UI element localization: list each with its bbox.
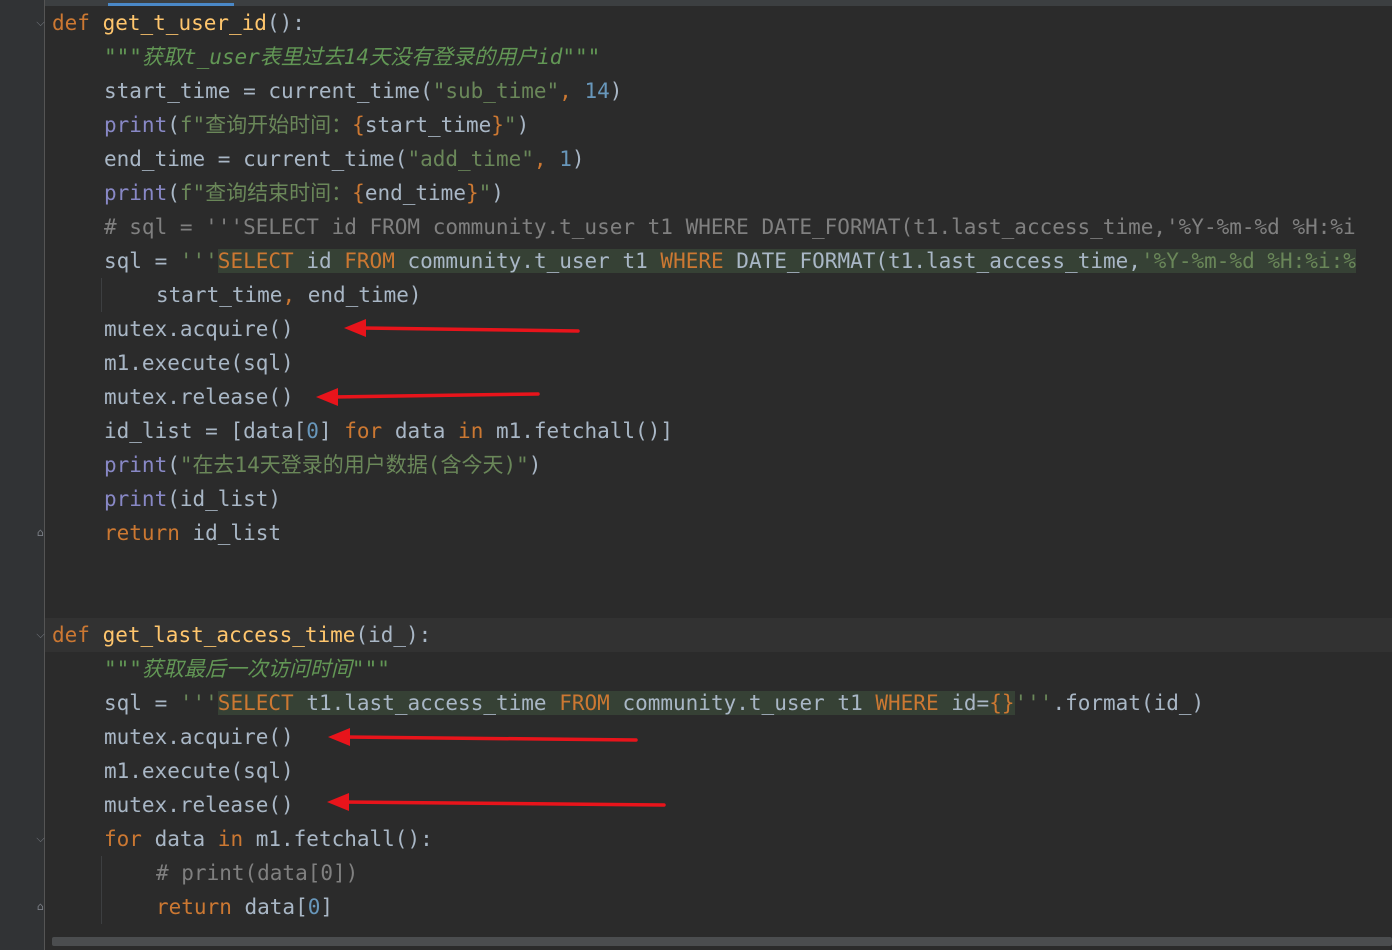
editor-gutter: ⌵ ⌂ ⌵ ⌵ ⌂ bbox=[0, 0, 45, 950]
code-line[interactable] bbox=[52, 584, 1392, 618]
code-line[interactable]: m1.execute(sql) bbox=[52, 754, 1392, 788]
code-line[interactable]: end_time = current_time("add_time", 1) bbox=[52, 142, 1392, 176]
code-line[interactable] bbox=[52, 550, 1392, 584]
code-line[interactable]: # sql = '''SELECT id FROM community.t_us… bbox=[52, 210, 1392, 244]
code-line[interactable]: id_list = [data[0] for data in m1.fetcha… bbox=[52, 414, 1392, 448]
code-line[interactable]: return data[0] bbox=[52, 890, 1392, 924]
code-line[interactable]: sql = '''SELECT id FROM community.t_user… bbox=[52, 244, 1392, 278]
code-line[interactable]: # print(data[0]) bbox=[52, 856, 1392, 890]
fold-close-icon[interactable]: ⌂ bbox=[35, 901, 46, 913]
code-line[interactable]: """获取最后一次访问时间""" bbox=[52, 652, 1392, 686]
fold-close-icon[interactable]: ⌂ bbox=[35, 527, 46, 539]
code-line[interactable]: return id_list bbox=[52, 516, 1392, 550]
code-line[interactable]: mutex.release() bbox=[52, 788, 1392, 822]
code-line[interactable]: sql = '''SELECT t1.last_access_time FROM… bbox=[52, 686, 1392, 720]
code-line[interactable]: def get_last_access_time(id_): bbox=[52, 618, 1392, 652]
code-editor[interactable]: ⌵ ⌂ ⌵ ⌵ ⌂ def get_t_user_id(): """获取t_us… bbox=[0, 0, 1392, 950]
horizontal-scrollbar[interactable] bbox=[52, 937, 1392, 946]
code-line[interactable]: print(f"查询结束时间：{end_time}") bbox=[52, 176, 1392, 210]
code-line[interactable]: print("在去14天登录的用户数据(含今天)") bbox=[52, 448, 1392, 482]
code-line[interactable]: mutex.release() bbox=[52, 380, 1392, 414]
code-area[interactable]: def get_t_user_id(): """获取t_user表里过去14天没… bbox=[52, 6, 1392, 924]
fold-open-icon[interactable]: ⌵ bbox=[35, 833, 46, 845]
code-line[interactable]: print(id_list) bbox=[52, 482, 1392, 516]
code-line[interactable]: def get_t_user_id(): bbox=[52, 6, 1392, 40]
code-line[interactable]: mutex.acquire() bbox=[52, 720, 1392, 754]
fold-open-icon[interactable]: ⌵ bbox=[35, 17, 46, 29]
code-line[interactable]: m1.execute(sql) bbox=[52, 346, 1392, 380]
code-line[interactable]: start_time, end_time) bbox=[52, 278, 1392, 312]
code-line[interactable]: print(f"查询开始时间：{start_time}") bbox=[52, 108, 1392, 142]
code-line[interactable]: mutex.acquire() bbox=[52, 312, 1392, 346]
code-line[interactable]: for data in m1.fetchall(): bbox=[52, 822, 1392, 856]
code-line[interactable]: """获取t_user表里过去14天没有登录的用户id""" bbox=[52, 40, 1392, 74]
code-line[interactable]: start_time = current_time("sub_time", 14… bbox=[52, 74, 1392, 108]
